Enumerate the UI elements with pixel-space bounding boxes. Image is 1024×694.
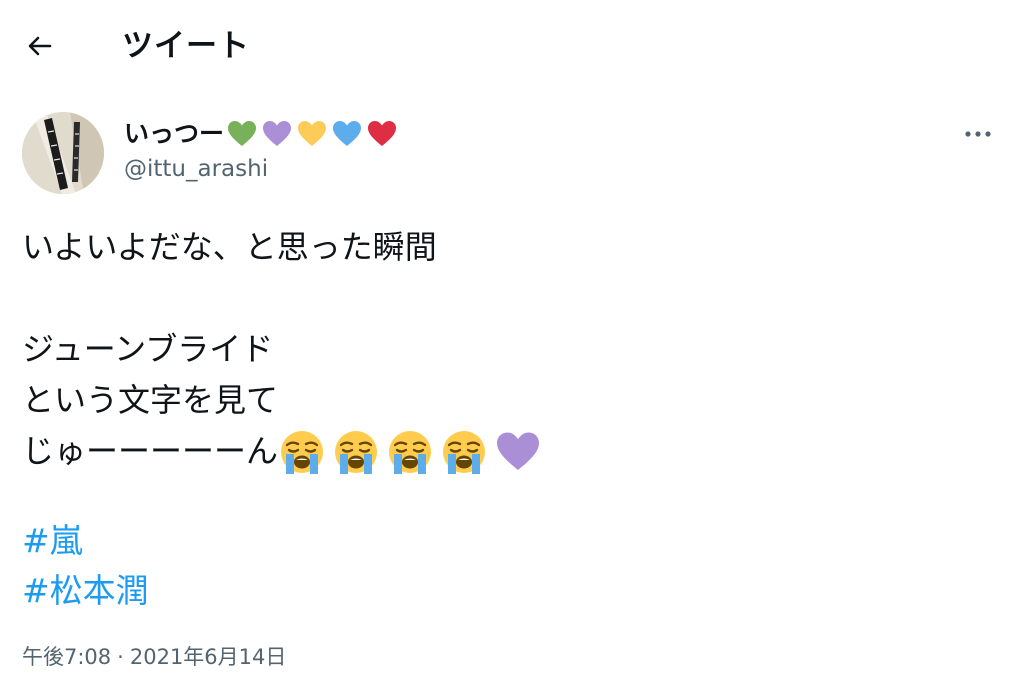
- tweet-line-with-emoji: じゅーーーーーん: [22, 426, 1002, 477]
- loudly-crying-face-icon: [440, 428, 488, 476]
- tweet-line: ジューンブライド: [22, 330, 274, 368]
- author-block: いっつー @ittu_arashi: [124, 114, 401, 184]
- hashtag-link[interactable]: #嵐: [22, 516, 149, 566]
- more-icon: [956, 118, 1000, 150]
- page-title: ツイート: [122, 28, 250, 64]
- tweet-line-text: じゅーーーーーん: [22, 432, 279, 470]
- tweet-time: 午後7:08: [22, 645, 112, 669]
- hashtags: #嵐 #松本潤: [22, 516, 149, 616]
- tweet-timestamp[interactable]: 午後7:08 · 2021年6月14日: [22, 640, 286, 674]
- tweet-page: ツイート いっつー @ittu_arashi いよいよだな、と思った瞬間 ジュー…: [0, 0, 1024, 694]
- tweet-text: いよいよだな、と思った瞬間 ジューンブライド という文字を見て じゅーーーーーん: [22, 222, 1002, 477]
- loudly-crying-face-icon: [332, 428, 380, 476]
- tweet-line: という文字を見て: [22, 381, 279, 419]
- back-button[interactable]: [22, 28, 58, 64]
- name-hearts: [226, 118, 401, 150]
- user-handle[interactable]: @ittu_arashi: [124, 154, 401, 184]
- more-button[interactable]: [956, 118, 1000, 150]
- hashtag-link[interactable]: #松本潤: [22, 566, 149, 616]
- avatar[interactable]: [22, 112, 104, 194]
- tweet-date: 2021年6月14日: [129, 645, 287, 669]
- meta-separator: ·: [117, 645, 124, 669]
- header-bar: ツイート: [0, 0, 1024, 92]
- loudly-crying-face-icon: [386, 428, 434, 476]
- green-heart-icon: [226, 118, 258, 150]
- blue-heart-icon: [331, 118, 363, 150]
- loudly-crying-face-icon: [278, 428, 326, 476]
- purple-heart-icon: [494, 428, 542, 476]
- trailing-emoji: [278, 425, 548, 476]
- arrow-left-icon: [22, 28, 58, 64]
- display-name: いっつー: [124, 119, 225, 148]
- yellow-heart-icon: [296, 118, 328, 150]
- purple-heart-icon: [261, 118, 293, 150]
- display-name-row[interactable]: いっつー: [124, 114, 401, 154]
- avatar-image: [22, 112, 104, 194]
- tweet-line: いよいよだな、と思った瞬間: [22, 228, 437, 266]
- red-heart-icon: [366, 118, 398, 150]
